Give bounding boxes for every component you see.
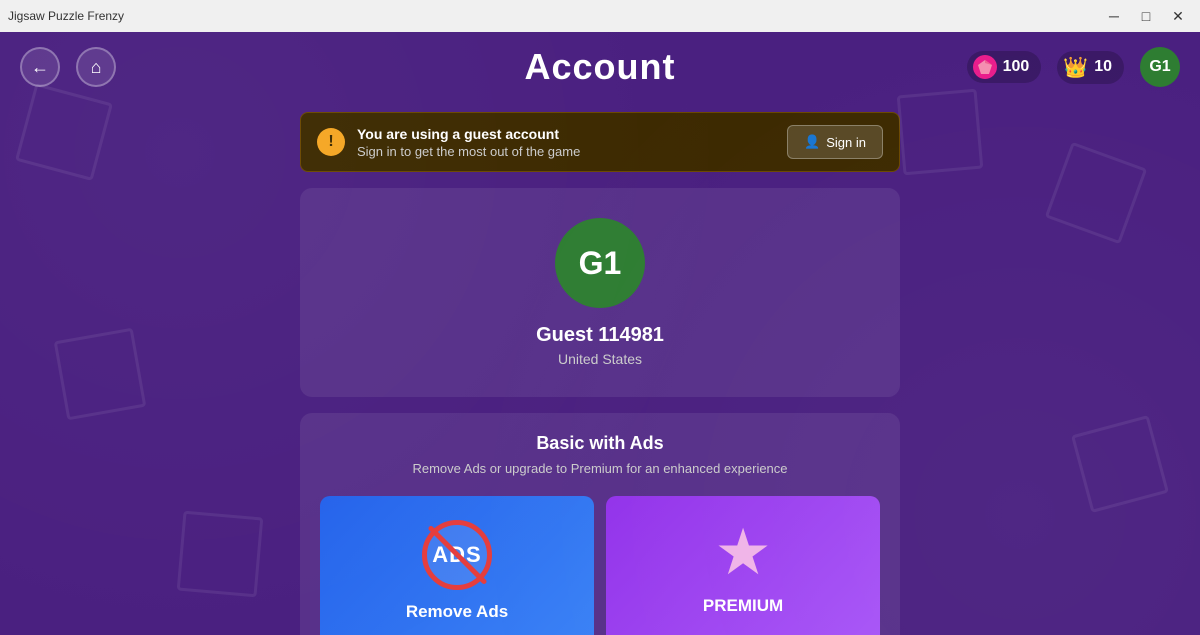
user-icon: 👤: [804, 134, 820, 150]
gem-icon: [973, 55, 997, 79]
back-button[interactable]: ←: [20, 47, 60, 87]
banner-main-text: You are using a guest account: [357, 126, 580, 142]
app-container: ← ⌂ Account 100 👑 10: [0, 32, 1200, 635]
main-content: ! You are using a guest account Sign in …: [0, 102, 1200, 635]
home-button[interactable]: ⌂: [76, 47, 116, 87]
banner-sub-text: Sign in to get the most out of the game: [357, 144, 580, 159]
premium-label: PREMIUM: [703, 596, 783, 616]
guest-banner: ! You are using a guest account Sign in …: [300, 112, 900, 172]
profile-avatar: G1: [555, 218, 645, 308]
maximize-button[interactable]: □: [1132, 6, 1160, 26]
subscription-description: Remove Ads or upgrade to Premium for an …: [320, 460, 880, 478]
close-button[interactable]: ✕: [1164, 6, 1192, 26]
star-icon: ★: [714, 520, 771, 584]
premium-icon: ★: [714, 520, 771, 584]
page-title: Account: [525, 46, 676, 88]
avatar-initials-header: G1: [1149, 58, 1170, 76]
subscription-card: Basic with Ads Remove Ads or upgrade to …: [300, 413, 900, 635]
profile-location: United States: [558, 351, 642, 367]
profile-avatar-initials: G1: [579, 245, 622, 282]
nav-right: 100 👑 10 G1: [967, 47, 1180, 87]
subscription-title: Basic with Ads: [320, 433, 880, 454]
gem-count: 100: [1003, 58, 1030, 76]
crown-icon: 👑: [1063, 55, 1088, 80]
premium-option[interactable]: ★ PREMIUM Get Free Trial: [606, 496, 880, 635]
user-avatar-header[interactable]: G1: [1140, 47, 1180, 87]
remove-ads-label: Remove Ads: [406, 602, 508, 622]
crown-counter: 👑 10: [1057, 51, 1124, 84]
minimize-button[interactable]: ─: [1100, 6, 1128, 26]
profile-name: Guest 114981: [536, 324, 664, 347]
back-icon: ←: [31, 57, 49, 78]
banner-text: You are using a guest account Sign in to…: [357, 126, 580, 159]
top-nav: ← ⌂ Account 100 👑 10: [0, 32, 1200, 102]
subscription-options: ADS Remove Ads Get Free Trial ★: [320, 496, 880, 635]
remove-ads-option[interactable]: ADS Remove Ads Get Free Trial: [320, 496, 594, 635]
banner-info: ! You are using a guest account Sign in …: [317, 126, 580, 159]
profile-card: G1 Guest 114981 United States: [300, 188, 900, 397]
sign-in-label: Sign in: [826, 135, 866, 150]
app-title: Jigsaw Puzzle Frenzy: [8, 9, 124, 23]
crown-count: 10: [1094, 58, 1112, 76]
premium-top: ★ PREMIUM: [606, 496, 880, 635]
remove-ads-icon: ADS: [422, 520, 492, 590]
home-icon: ⌂: [91, 57, 102, 78]
window-controls: ─ □ ✕: [1100, 6, 1192, 26]
titlebar: Jigsaw Puzzle Frenzy ─ □ ✕: [0, 0, 1200, 32]
remove-ads-top: ADS Remove Ads: [320, 496, 594, 635]
gem-counter: 100: [967, 51, 1042, 83]
sign-in-button[interactable]: 👤 Sign in: [787, 125, 883, 159]
warning-icon: !: [317, 128, 345, 156]
nav-left: ← ⌂: [20, 47, 116, 87]
